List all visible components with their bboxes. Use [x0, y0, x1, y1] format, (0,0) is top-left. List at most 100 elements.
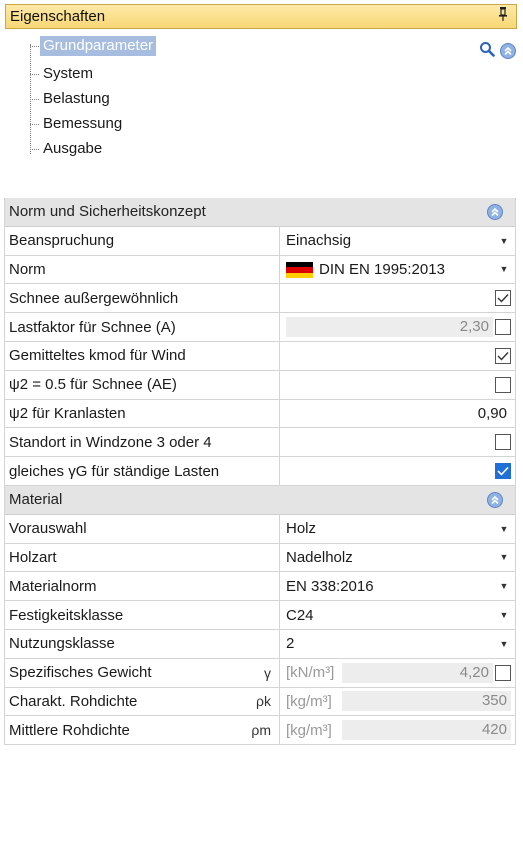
chevron-down-icon[interactable]: ▼ [497, 264, 511, 274]
property-row-psi2-kranlasten: ψ2 für Kranlasten 0,90 [4, 399, 516, 429]
property-label: gleiches γG für ständige Lasten [9, 462, 220, 480]
property-row-nutzungsklasse: Nutzungsklasse 2 ▼ [4, 629, 516, 659]
property-symbol: γ [264, 664, 271, 681]
dropdown-value: EN 338:2016 [286, 577, 374, 595]
check-icon [497, 467, 509, 476]
chevron-down-icon[interactable]: ▼ [497, 552, 511, 562]
lastfaktor-value: 2,30 [286, 317, 493, 338]
unit-label: [kN/m³] [286, 664, 335, 682]
vorauswahl-dropdown[interactable]: Holz ▼ [280, 515, 515, 543]
property-label: Nutzungsklasse [9, 635, 115, 653]
psi2-schnee-checkbox[interactable] [495, 376, 511, 393]
dropdown-value: DIN EN 1995:2013 [319, 260, 445, 278]
property-grid: Norm und Sicherheitskonzept Beanspruchun… [4, 198, 516, 746]
property-row-vorauswahl: Vorauswahl Holz ▼ [4, 514, 516, 544]
property-row-norm: Norm DIN EN 1995:2013 ▼ [4, 255, 516, 285]
kmod-wind-checkbox[interactable] [495, 347, 511, 364]
property-row-lastfaktor-schnee: Lastfaktor für Schnee (A) 2,30 [4, 313, 516, 342]
gamma-g-checkbox[interactable] [495, 463, 511, 480]
windzone-checkbox[interactable] [495, 434, 511, 451]
property-label: Standort in Windzone 3 oder 4 [9, 433, 212, 451]
property-symbol: ρk [256, 693, 271, 710]
property-label: Holzart [9, 548, 57, 566]
section-header-material[interactable]: Material [4, 485, 516, 515]
property-row-charakt-rohdichte: Charakt. Rohdichte ρk [kg/m³] 350 [4, 687, 516, 717]
property-row-windzone: Standort in Windzone 3 oder 4 [4, 428, 516, 458]
collapse-icon[interactable] [487, 204, 503, 220]
beanspruchung-dropdown[interactable]: Einachsig ▼ [280, 227, 515, 255]
chevron-down-icon[interactable]: ▼ [497, 610, 511, 620]
check-icon [497, 351, 509, 361]
tree-item-ausgabe[interactable]: Ausgabe [30, 139, 105, 159]
property-row-schnee-aussergewoehnlich: Schnee außergewöhnlich [4, 284, 516, 314]
dropdown-value: Einachsig [286, 232, 352, 250]
property-label: Festigkeitsklasse [9, 606, 124, 624]
section-title: Material [9, 491, 63, 509]
dropdown-value: Holz [286, 520, 317, 538]
property-label: Spezifisches Gewicht [9, 664, 152, 682]
section-header-norm[interactable]: Norm und Sicherheitskonzept [4, 198, 516, 227]
numeric-value: 0,90 [477, 404, 507, 422]
holzart-dropdown[interactable]: Nadelholz ▼ [280, 544, 515, 572]
tree-item-label: Bemessung [43, 115, 123, 132]
property-label: Lastfaktor für Schnee (A) [9, 318, 176, 336]
festigkeitsklasse-dropdown[interactable]: C24 ▼ [280, 601, 515, 629]
tree-item-label: Belastung [43, 90, 110, 107]
chevron-down-icon[interactable]: ▼ [497, 581, 511, 591]
mittlere-rohdichte-value: 420 [342, 720, 511, 741]
property-row-mittlere-rohdichte: Mittlere Rohdichte ρm [kg/m³] 420 [4, 716, 516, 746]
tree-item-bemessung[interactable]: Bemessung [30, 114, 125, 134]
property-row-festigkeitsklasse: Festigkeitsklasse C24 ▼ [4, 601, 516, 630]
lastfaktor-checkbox[interactable] [495, 319, 511, 336]
property-label: Gemitteltes kmod für Wind [9, 347, 186, 365]
germany-flag-icon [286, 262, 313, 278]
pin-icon[interactable] [498, 7, 508, 24]
spezifisches-gewicht-checkbox[interactable] [495, 664, 511, 681]
unit-label: [kg/m³] [286, 721, 332, 739]
property-row-kmod-wind: Gemitteltes kmod für Wind [4, 341, 516, 371]
tree-item-label: Grundparameter [40, 36, 157, 56]
property-row-gamma-g: gleiches γG für ständige Lasten [4, 457, 516, 486]
tree-toolbar [479, 41, 516, 61]
property-row-beanspruchung: Beanspruchung Einachsig ▼ [4, 226, 516, 256]
property-label: Schnee außergewöhnlich [9, 289, 179, 307]
chevron-down-icon[interactable]: ▼ [497, 639, 511, 649]
section-title: Norm und Sicherheitskonzept [9, 203, 206, 221]
property-label: Norm [9, 260, 46, 278]
psi2-kranlasten-input[interactable]: 0,90 [280, 400, 515, 428]
property-label: Materialnorm [9, 577, 97, 595]
panel-titlebar: Eigenschaften [5, 4, 517, 29]
property-label: ψ2 = 0.5 für Schnee (AE) [9, 376, 177, 394]
materialnorm-dropdown[interactable]: EN 338:2016 ▼ [280, 572, 515, 600]
property-row-spezifisches-gewicht: Spezifisches Gewicht γ [kN/m³] 4,20 [4, 658, 516, 688]
property-label: Vorauswahl [9, 520, 87, 538]
check-icon [497, 294, 509, 303]
tree-item-belastung[interactable]: Belastung [30, 89, 113, 109]
tree-item-label: System [43, 65, 94, 82]
charakt-rohdichte-value: 350 [342, 691, 511, 712]
property-symbol: ρm [251, 722, 271, 739]
unit-label: [kg/m³] [286, 692, 332, 710]
schnee-checkbox[interactable] [495, 290, 511, 307]
dropdown-value: 2 [286, 635, 295, 653]
property-row-holzart: Holzart Nadelholz ▼ [4, 543, 516, 573]
chevron-down-icon[interactable]: ▼ [497, 236, 511, 246]
property-label: Beanspruchung [9, 232, 115, 250]
tree-item-label: Ausgabe [43, 140, 103, 157]
dropdown-value: C24 [286, 606, 314, 624]
navigation-tree: Grundparameter System Belastung Bemessun… [0, 36, 523, 176]
spezifisches-gewicht-value: 4,20 [342, 662, 493, 683]
panel-title: Eigenschaften [10, 8, 106, 25]
nutzungsklasse-dropdown[interactable]: 2 ▼ [280, 630, 515, 658]
dropdown-value: Nadelholz [286, 548, 353, 566]
property-label: Charakt. Rohdichte [9, 692, 138, 710]
property-label: ψ2 für Kranlasten [9, 404, 126, 422]
chevron-down-icon[interactable]: ▼ [497, 524, 511, 534]
tree-item-grundparameter[interactable]: Grundparameter [30, 36, 157, 56]
collapse-icon[interactable] [487, 491, 503, 508]
norm-dropdown[interactable]: DIN EN 1995:2013 ▼ [280, 256, 515, 284]
collapse-icon[interactable] [500, 43, 516, 59]
property-row-materialnorm: Materialnorm EN 338:2016 ▼ [4, 572, 516, 602]
search-icon[interactable] [479, 41, 495, 61]
tree-item-system[interactable]: System [30, 64, 96, 84]
